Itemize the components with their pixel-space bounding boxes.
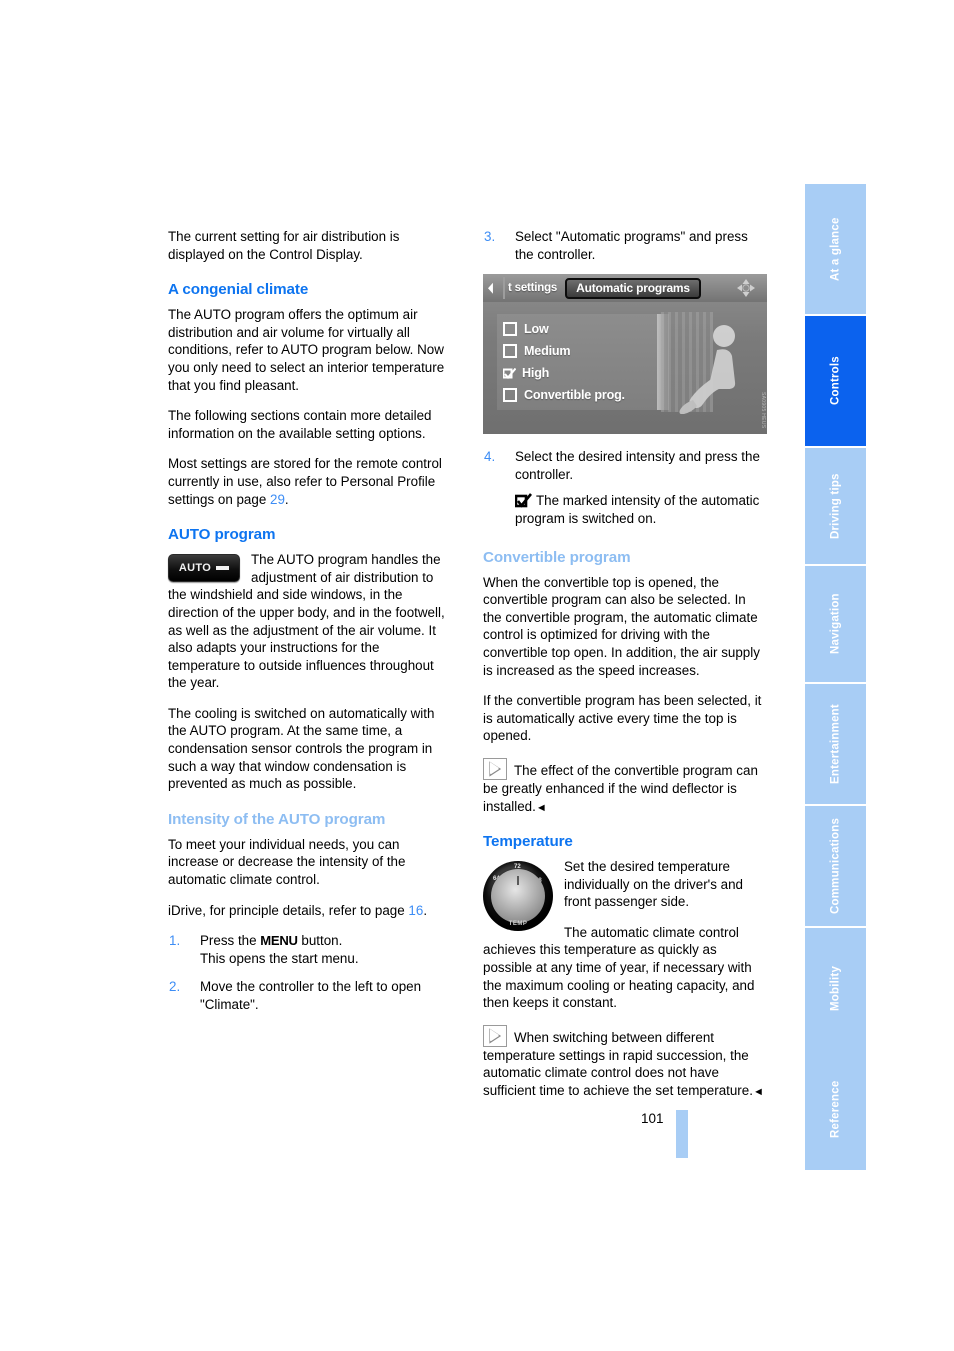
sidebar-item-label: Mobility bbox=[829, 965, 842, 1011]
text: iDrive, for principle details, refer to … bbox=[168, 902, 409, 918]
dash-icon bbox=[216, 566, 230, 571]
option-label: Low bbox=[524, 322, 549, 337]
checkbox-unchecked-icon[interactable] bbox=[503, 344, 517, 359]
temperature-note: When switching between different tempera… bbox=[483, 1024, 767, 1100]
right-column: 3. Select "Automatic programs" and press… bbox=[483, 228, 767, 1113]
option-label: High bbox=[522, 366, 550, 381]
left-column: The current setting for air distribution… bbox=[168, 228, 452, 1025]
heading-convertible-program: Convertible program bbox=[483, 548, 631, 566]
note-text: The effect of the convertible program ca… bbox=[483, 762, 758, 814]
page-number: 101 bbox=[641, 1111, 664, 1126]
list-item[interactable]: High bbox=[502, 362, 657, 384]
step-3-list: 3. Select "Automatic programs" and press… bbox=[483, 228, 767, 263]
image-watermark: SA0905 HEUS bbox=[760, 391, 766, 429]
sidebar-item-mobility[interactable]: Mobility bbox=[805, 926, 866, 1048]
step-4-note: The marked intensity of the automatic pr… bbox=[515, 493, 760, 526]
step-text: Select the desired intensity and press t… bbox=[515, 449, 760, 482]
idrive-selected-tab[interactable]: Automatic programs bbox=[565, 277, 701, 299]
step-4-list: 4. Select the desired intensity and pres… bbox=[483, 448, 767, 527]
step-text-after: button. bbox=[297, 933, 343, 949]
checkbox-checked-icon[interactable] bbox=[502, 367, 517, 379]
text: . bbox=[284, 491, 289, 507]
intro-paragraph: The current setting for air distribution… bbox=[168, 229, 400, 262]
congenial-paragraph-3: Most settings are stored for the remote … bbox=[168, 455, 452, 508]
convertible-paragraph-1: When the convertible top is opened, the … bbox=[483, 574, 760, 678]
auto-button-label: AUTO bbox=[178, 562, 212, 575]
sidebar-item-at-a-glance[interactable]: At a glance bbox=[805, 182, 866, 314]
congenial-paragraph-1: The AUTO program offers the optimum air … bbox=[168, 307, 445, 393]
list-item: 1. Press the MENU button. This opens the… bbox=[168, 932, 452, 967]
checkbox-checked-icon bbox=[514, 493, 533, 508]
heading-temperature: Temperature bbox=[483, 833, 573, 851]
checkbox-unchecked-icon[interactable] bbox=[503, 322, 517, 337]
text: Most settings are stored for the remote … bbox=[168, 456, 442, 507]
temperature-paragraph-2: The automatic climate control achieves t… bbox=[483, 924, 755, 1011]
option-label: Medium bbox=[524, 344, 571, 359]
congenial-paragraph-2: The following sections contain more deta… bbox=[168, 408, 432, 441]
intensity-paragraph-1: To meet your individual needs, you can i… bbox=[168, 836, 406, 888]
sidebar-item-reference[interactable]: Reference bbox=[805, 1048, 866, 1170]
step-text: Select "Automatic programs" and press th… bbox=[515, 229, 748, 262]
temperature-knob-icon: 72 64 78 TEMP bbox=[483, 861, 553, 932]
text: . bbox=[423, 902, 428, 918]
option-label: Convertible prog. bbox=[524, 388, 625, 403]
convertible-note: The effect of the convertible program ca… bbox=[483, 757, 767, 815]
auto-program-paragraph-2: The cooling is switched on automatically… bbox=[168, 705, 435, 792]
sidebar-item-label: Driving tips bbox=[829, 473, 842, 539]
convertible-paragraph-2: If the convertible program has been sele… bbox=[483, 693, 762, 744]
heading-auto-program: AUTO program bbox=[168, 526, 276, 544]
sidebar-item-label: Entertainment bbox=[829, 704, 842, 784]
step-text-line2: This opens the start menu. bbox=[200, 950, 359, 966]
seat-graphic bbox=[679, 325, 736, 415]
idrive-screenshot: t settings Automatic programs Low Medium… bbox=[483, 274, 767, 435]
step-number: 4. bbox=[484, 449, 496, 465]
page-reference-16[interactable]: 16 bbox=[408, 903, 423, 918]
checkbox-unchecked-icon[interactable] bbox=[503, 388, 517, 403]
sidebar-item-entertainment[interactable]: Entertainment bbox=[805, 682, 866, 804]
heading-intensity-of-auto-program: Intensity of the AUTO program bbox=[168, 810, 386, 828]
sidebar-item-driving-tips[interactable]: Driving tips bbox=[805, 446, 866, 564]
tip-triangle-icon bbox=[483, 1024, 507, 1047]
sidebar-item-navigation[interactable]: Navigation bbox=[805, 564, 866, 682]
sidebar-item-label: Controls bbox=[829, 356, 842, 406]
auto-button-icon: AUTO bbox=[168, 554, 240, 583]
tip-triangle-icon bbox=[483, 757, 507, 780]
manual-page: At a glance Controls Driving tips Naviga… bbox=[0, 0, 954, 1351]
idrive-option-list: Low Medium High Convertible prog. bbox=[497, 314, 657, 411]
intensity-paragraph-2: iDrive, for principle details, refer to … bbox=[168, 902, 452, 920]
list-item[interactable]: Low bbox=[503, 318, 657, 340]
sidebar-item-controls[interactable]: Controls bbox=[805, 314, 866, 446]
list-item: 3. Select "Automatic programs" and press… bbox=[483, 228, 767, 263]
note-end-marker: ◄ bbox=[535, 801, 547, 814]
step-number: 3. bbox=[484, 229, 496, 244]
sidebar-item-label: Reference bbox=[829, 1080, 842, 1138]
step-number: 2. bbox=[169, 979, 181, 995]
list-item: 2. Move the controller to the left to op… bbox=[168, 978, 452, 1013]
menu-button-label: MENU bbox=[260, 933, 298, 949]
note-end-marker: ◄ bbox=[752, 1086, 764, 1099]
sidebar-item-label: Communications bbox=[829, 817, 842, 915]
knob-center bbox=[491, 869, 545, 924]
list-item[interactable]: Medium bbox=[503, 340, 657, 362]
sidebar-item-label: Navigation bbox=[829, 593, 842, 655]
page-reference-29[interactable]: 29 bbox=[270, 492, 285, 507]
knob-label: TEMP bbox=[508, 921, 528, 928]
sidebar-item-communications[interactable]: Communications bbox=[805, 804, 866, 926]
step-number: 1. bbox=[169, 933, 181, 949]
list-item: 4. Select the desired intensity and pres… bbox=[483, 448, 767, 527]
side-navigation: At a glance Controls Driving tips Naviga… bbox=[805, 182, 866, 1170]
idrive-top-bar: t settings Automatic programs bbox=[483, 274, 767, 303]
step-text: Press the bbox=[200, 933, 261, 949]
page-accent-bar bbox=[676, 1110, 688, 1158]
sidebar-item-label: At a glance bbox=[829, 217, 842, 281]
intensity-steps-list: 1. Press the MENU button. This opens the… bbox=[168, 932, 452, 1013]
divider bbox=[503, 277, 505, 300]
back-arrow-icon[interactable] bbox=[488, 282, 493, 294]
idrive-breadcrumb: t settings bbox=[508, 282, 558, 295]
list-item[interactable]: Convertible prog. bbox=[503, 384, 657, 406]
note-text: When switching between different tempera… bbox=[483, 1029, 753, 1099]
step-text: Move the controller to the left to open … bbox=[200, 979, 422, 1012]
heading-a-congenial-climate: A congenial climate bbox=[168, 281, 309, 299]
four-way-controller-icon bbox=[737, 279, 755, 298]
